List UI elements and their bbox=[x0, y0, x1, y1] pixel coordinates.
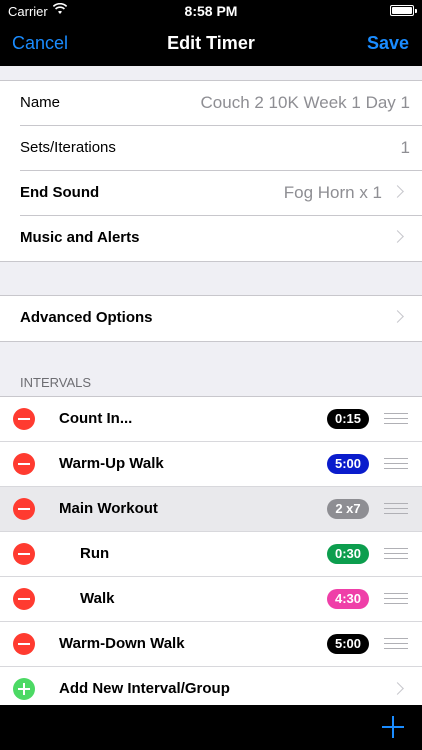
reorder-handle-icon[interactable] bbox=[384, 638, 408, 649]
add-plus-icon[interactable] bbox=[382, 716, 404, 738]
interval-label: Run bbox=[80, 545, 110, 562]
add-circle-icon[interactable] bbox=[13, 678, 35, 700]
reorder-handle-icon[interactable] bbox=[384, 413, 408, 424]
top-bar: Carrier 8:58 PM Cancel Edit Timer Save bbox=[0, 0, 422, 66]
delete-icon[interactable] bbox=[13, 543, 35, 565]
music-alerts-label: Music and Alerts bbox=[20, 229, 140, 246]
name-value[interactable]: Couch 2 10K Week 1 Day 1 bbox=[201, 93, 410, 113]
end-sound-value: Fog Horn x 1 bbox=[283, 183, 382, 202]
sets-label: Sets/Iterations bbox=[20, 139, 116, 156]
music-alerts-row[interactable]: Music and Alerts bbox=[20, 216, 422, 261]
name-row[interactable]: Name Couch 2 10K Week 1 Day 1 bbox=[20, 81, 422, 126]
chevron-right-icon bbox=[391, 310, 404, 323]
interval-label: Main Workout bbox=[59, 500, 158, 517]
delete-icon[interactable] bbox=[13, 453, 35, 475]
reorder-handle-icon[interactable] bbox=[384, 548, 408, 559]
status-time: 8:58 PM bbox=[184, 3, 238, 19]
interval-label: Walk bbox=[80, 590, 115, 607]
advanced-options-label: Advanced Options bbox=[20, 309, 153, 326]
end-sound-row[interactable]: End Sound Fog Horn x 1 bbox=[20, 171, 422, 216]
interval-duration-badge: 0:30 bbox=[327, 544, 369, 564]
intervals-section-header: INTERVALS bbox=[20, 375, 92, 390]
navigation-bar: Cancel Edit Timer Save bbox=[0, 22, 422, 66]
battery-icon bbox=[390, 5, 417, 16]
interval-duration-badge: 0:15 bbox=[327, 409, 369, 429]
end-sound-label: End Sound bbox=[20, 184, 100, 201]
bottom-toolbar bbox=[0, 705, 422, 750]
interval-duration-badge: 5:00 bbox=[327, 454, 369, 474]
add-interval-label: Add New Interval/Group bbox=[59, 680, 230, 697]
chevron-right-icon bbox=[391, 185, 404, 198]
interval-label: Count In... bbox=[59, 410, 133, 427]
timer-settings-group: Name Couch 2 10K Week 1 Day 1 Sets/Itera… bbox=[0, 80, 422, 262]
interval-row[interactable]: Walk 4:30 bbox=[0, 577, 422, 622]
sets-value[interactable]: 1 bbox=[401, 138, 410, 158]
interval-group-row[interactable]: Main Workout 2 x7 bbox=[0, 487, 422, 532]
delete-icon[interactable] bbox=[13, 408, 35, 430]
interval-label: Warm-Up Walk bbox=[59, 455, 164, 472]
delete-icon[interactable] bbox=[13, 633, 35, 655]
advanced-options-row[interactable]: Advanced Options bbox=[20, 296, 422, 341]
page-title: Edit Timer bbox=[167, 33, 255, 53]
interval-row[interactable]: Warm-Down Walk 5:00 bbox=[0, 622, 422, 667]
reorder-handle-icon[interactable] bbox=[384, 503, 408, 514]
interval-duration-badge: 4:30 bbox=[327, 589, 369, 609]
status-bar: Carrier 8:58 PM bbox=[0, 0, 422, 22]
delete-icon[interactable] bbox=[13, 498, 35, 520]
group-repeat-badge: 2 x7 bbox=[327, 499, 369, 519]
intervals-list: Count In... 0:15 Warm-Up Walk 5:00 Main … bbox=[0, 396, 422, 712]
reorder-handle-icon[interactable] bbox=[384, 593, 408, 604]
save-button[interactable]: Save bbox=[367, 33, 409, 54]
reorder-handle-icon[interactable] bbox=[384, 458, 408, 469]
sets-row[interactable]: Sets/Iterations 1 bbox=[20, 126, 422, 171]
interval-duration-badge: 5:00 bbox=[327, 634, 369, 654]
interval-row[interactable]: Run 0:30 bbox=[0, 532, 422, 577]
interval-label: Warm-Down Walk bbox=[59, 635, 185, 652]
name-label: Name bbox=[20, 94, 61, 111]
interval-row[interactable]: Count In... 0:15 bbox=[0, 397, 422, 442]
interval-row[interactable]: Warm-Up Walk 5:00 bbox=[0, 442, 422, 487]
chevron-right-icon bbox=[391, 682, 404, 695]
delete-icon[interactable] bbox=[13, 588, 35, 610]
chevron-right-icon bbox=[391, 230, 404, 243]
advanced-options-group: Advanced Options bbox=[0, 295, 422, 342]
